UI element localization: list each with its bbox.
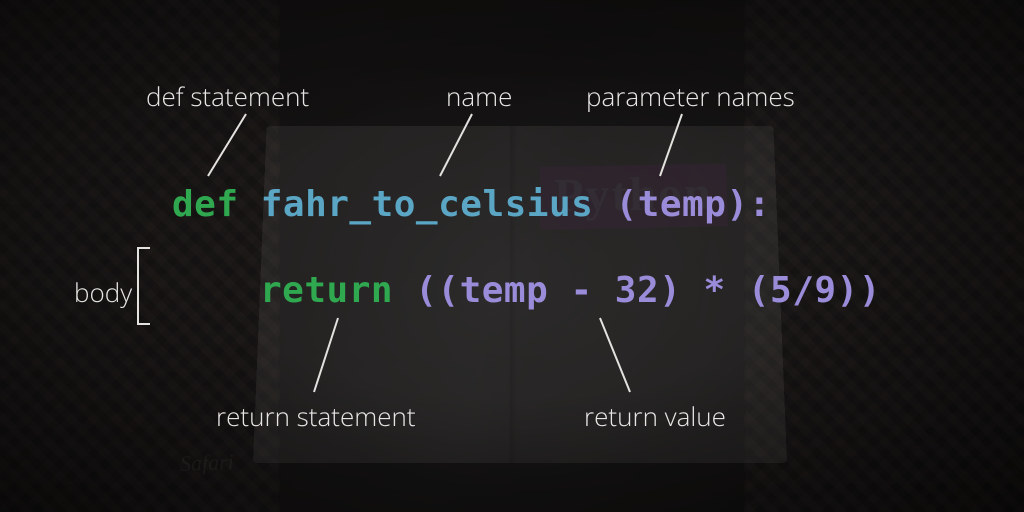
keyword-return: return	[260, 270, 393, 311]
bracket-body	[138, 248, 150, 324]
line-params	[660, 114, 682, 176]
label-body: body	[74, 274, 132, 310]
return-expression: ((temp - 32) * (5/9))	[415, 270, 881, 311]
label-return-statement: return statement	[216, 398, 416, 434]
code-line-1: def fahr_to_celsius (temp):	[172, 184, 771, 225]
connector-lines	[0, 0, 1024, 512]
param-list: (temp):	[616, 184, 771, 225]
line-name	[440, 114, 472, 176]
label-name: name	[446, 78, 512, 114]
function-name: fahr_to_celsius	[261, 184, 594, 225]
line-return-stmt	[314, 318, 338, 392]
diagram-layer: def statement name parameter names def f…	[0, 0, 1024, 512]
code-line-2: return ((temp - 32) * (5/9))	[260, 270, 881, 311]
line-def	[208, 114, 246, 176]
keyword-def: def	[172, 184, 239, 225]
label-return-value: return value	[584, 398, 726, 434]
label-parameter-names: parameter names	[586, 78, 795, 114]
line-return-val	[600, 318, 630, 392]
label-def-statement: def statement	[146, 78, 309, 114]
